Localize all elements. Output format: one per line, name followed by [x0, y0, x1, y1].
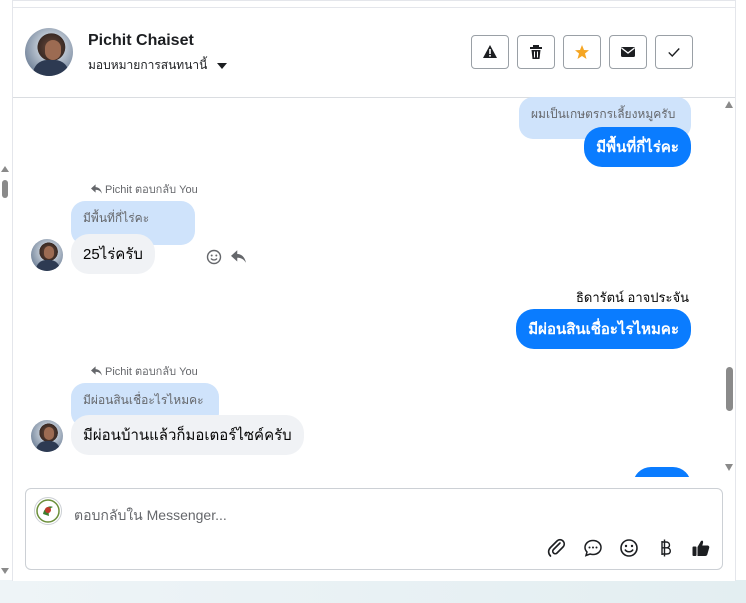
- conversation-panel: Pichit Chaiset มอบหมายการสนทนานี้ ผมเป็น…: [12, 0, 736, 581]
- smiley-icon: [620, 539, 638, 557]
- contact-avatar[interactable]: [25, 28, 73, 76]
- sender-name: ธิดารัตน์ อาจประจัน: [575, 290, 689, 305]
- incoming-message[interactable]: มีผ่อนบ้านแล้วก็มอเตอร์ไซค์ครับ: [71, 415, 304, 455]
- conversation-header: Pichit Chaiset มอบหมายการสนทนานี้: [13, 7, 735, 98]
- reply-arrow-icon: [231, 250, 246, 263]
- page-scroll-up-arrow[interactable]: [1, 166, 9, 172]
- delete-button[interactable]: [517, 35, 555, 69]
- star-icon: [575, 45, 589, 59]
- thumbs-up-icon: [692, 540, 710, 556]
- page-avatar: [34, 497, 62, 525]
- envelope-icon: [621, 47, 635, 57]
- outgoing-message-partial[interactable]: [633, 467, 691, 477]
- page-scroll-thumb[interactable]: [2, 180, 8, 198]
- composer-tools: [546, 537, 712, 559]
- reply-composer[interactable]: ตอบกลับใน Messenger...: [25, 488, 723, 570]
- thread-scroll-thumb[interactable]: [726, 367, 733, 411]
- contact-name[interactable]: Pichit Chaiset: [88, 32, 194, 50]
- page-background: [0, 580, 746, 603]
- outgoing-message[interactable]: มีผ่อนสินเชื่อะไรไหมคะ: [516, 309, 691, 349]
- trash-icon: [530, 45, 542, 59]
- reply-arrow-icon: [91, 366, 102, 376]
- reply-label: Pichit ตอบกลับ You: [105, 184, 198, 196]
- like-button[interactable]: [690, 537, 712, 559]
- chevron-down-icon: [217, 62, 228, 69]
- payment-button[interactable]: [654, 537, 676, 559]
- contact-small-avatar: [31, 239, 63, 271]
- page-scrollbar[interactable]: [0, 160, 10, 580]
- chat-bubble-icon: [584, 539, 602, 557]
- outgoing-message[interactable]: มีพื้นที่กี่ไร่คะ: [584, 127, 691, 167]
- reply-input[interactable]: ตอบกลับใน Messenger...: [74, 505, 227, 527]
- react-button[interactable]: [206, 249, 222, 270]
- page-scroll-down-arrow[interactable]: [1, 568, 9, 574]
- message-thread[interactable]: ผมเป็นเกษตรกรเลี้ยงหมูครับ มีพื้นที่กี่ไ…: [13, 97, 723, 477]
- baht-icon: [661, 539, 672, 557]
- header-actions: [471, 35, 693, 69]
- check-icon: [668, 48, 680, 57]
- smiley-icon: [206, 249, 222, 265]
- paperclip-icon: [547, 538, 566, 557]
- mark-done-button[interactable]: [655, 35, 693, 69]
- reply-label: Pichit ตอบกลับ You: [105, 366, 198, 378]
- reply-indicator: Pichit ตอบกลับ You: [91, 180, 198, 198]
- warning-icon: [483, 45, 497, 58]
- thread-scroll-up-arrow[interactable]: [725, 101, 733, 108]
- assign-label: มอบหมายการสนทนานี้: [88, 58, 208, 72]
- thread-scroll-down-arrow[interactable]: [725, 464, 733, 471]
- assign-conversation-dropdown[interactable]: มอบหมายการสนทนานี้: [88, 56, 228, 75]
- page-logo-icon: [36, 499, 60, 523]
- reply-button[interactable]: [231, 250, 246, 268]
- contact-small-avatar: [31, 420, 63, 452]
- incoming-message[interactable]: 25ไร่ครับ: [71, 234, 155, 274]
- attach-button[interactable]: [546, 537, 568, 559]
- emoji-button[interactable]: [618, 537, 640, 559]
- star-button[interactable]: [563, 35, 601, 69]
- thread-scrollbar[interactable]: [723, 97, 735, 477]
- saved-replies-button[interactable]: [582, 537, 604, 559]
- reply-arrow-icon: [91, 184, 102, 194]
- reply-indicator: Pichit ตอบกลับ You: [91, 362, 198, 380]
- mark-unread-button[interactable]: [609, 35, 647, 69]
- mark-spam-button[interactable]: [471, 35, 509, 69]
